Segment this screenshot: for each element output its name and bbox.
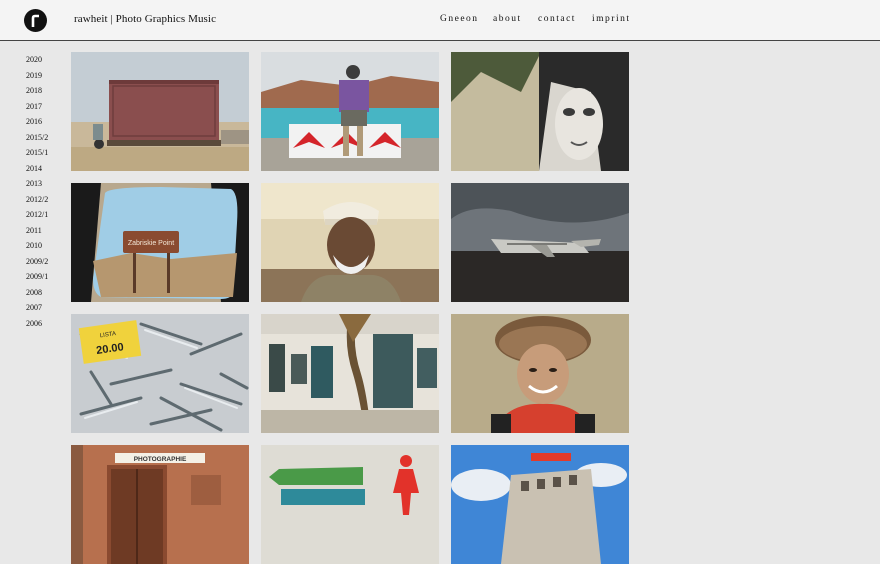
photo-woman-fur-hat[interactable] bbox=[451, 314, 629, 433]
photo-studio-door-image: PHOTOGRAPHIE bbox=[71, 445, 249, 564]
studio-sign-text: PHOTOGRAPHIE bbox=[134, 456, 187, 463]
year-link-2015-1[interactable]: 2015/1 bbox=[26, 145, 66, 161]
nav-link-contact[interactable]: contact bbox=[538, 14, 576, 24]
year-link-2016[interactable]: 2016 bbox=[26, 114, 66, 130]
site-logo-icon[interactable] bbox=[24, 9, 47, 32]
photo-studio-door[interactable]: PHOTOGRAPHIE bbox=[71, 445, 249, 564]
year-link-2020[interactable]: 2020 bbox=[26, 52, 66, 68]
nav-link-about[interactable]: about bbox=[493, 14, 522, 24]
year-link-2014[interactable]: 2014 bbox=[26, 161, 66, 177]
year-list: 2020 2019 2018 2017 2016 2015/2 2015/1 2… bbox=[26, 52, 66, 331]
site-header: rawheit | Photo Graphics Music Gneeon ab… bbox=[0, 0, 880, 41]
photo-container-hut[interactable] bbox=[71, 52, 249, 171]
year-link-2019[interactable]: 2019 bbox=[26, 68, 66, 84]
year-link-2017[interactable]: 2017 bbox=[26, 99, 66, 115]
photo-fish-market[interactable]: LISTA 20.00 bbox=[71, 314, 249, 433]
photo-plane-wreck[interactable] bbox=[451, 183, 629, 302]
year-link-2011[interactable]: 2011 bbox=[26, 223, 66, 239]
photo-street-art-face-image bbox=[451, 52, 629, 171]
year-link-2012-1[interactable]: 2012/1 bbox=[26, 207, 66, 223]
photo-building-sky-image bbox=[451, 445, 629, 564]
nav-link-imprint[interactable]: imprint bbox=[592, 14, 630, 24]
photo-woman-fur-hat-image bbox=[451, 314, 629, 433]
photo-painted-wall-image bbox=[261, 445, 439, 564]
year-link-2010[interactable]: 2010 bbox=[26, 238, 66, 254]
photo-zabriskie-point-mirror-image: Zabriskie Point bbox=[71, 183, 249, 302]
zabriskie-sign-text: Zabriskie Point bbox=[128, 240, 174, 247]
year-link-2009-2[interactable]: 2009/2 bbox=[26, 254, 66, 270]
nav-link-gneeon[interactable]: Gneeon bbox=[440, 14, 479, 24]
photo-fish-market-image: LISTA 20.00 bbox=[71, 314, 249, 433]
year-link-2018[interactable]: 2018 bbox=[26, 83, 66, 99]
photo-palm-windows-image bbox=[261, 314, 439, 433]
year-link-2015-2[interactable]: 2015/2 bbox=[26, 130, 66, 146]
photo-plane-wreck-image bbox=[451, 183, 629, 302]
photo-street-art-face[interactable] bbox=[451, 52, 629, 171]
year-link-2006[interactable]: 2006 bbox=[26, 316, 66, 332]
year-link-2008[interactable]: 2008 bbox=[26, 285, 66, 301]
photo-person-at-lake-image bbox=[261, 52, 439, 171]
year-link-2009-1[interactable]: 2009/1 bbox=[26, 269, 66, 285]
photo-palm-windows[interactable] bbox=[261, 314, 439, 433]
year-link-2013[interactable]: 2013 bbox=[26, 176, 66, 192]
photo-old-man-portrait-image bbox=[261, 183, 439, 302]
site-title[interactable]: rawheit | Photo Graphics Music bbox=[74, 13, 216, 25]
photo-person-at-lake[interactable] bbox=[261, 52, 439, 171]
photo-painted-wall[interactable] bbox=[261, 445, 439, 564]
photo-container-hut-image bbox=[71, 52, 249, 171]
photo-zabriskie-point-mirror[interactable]: Zabriskie Point bbox=[71, 183, 249, 302]
photo-building-sky[interactable] bbox=[451, 445, 629, 564]
year-link-2007[interactable]: 2007 bbox=[26, 300, 66, 316]
year-link-2012-2[interactable]: 2012/2 bbox=[26, 192, 66, 208]
photo-old-man-portrait[interactable] bbox=[261, 183, 439, 302]
